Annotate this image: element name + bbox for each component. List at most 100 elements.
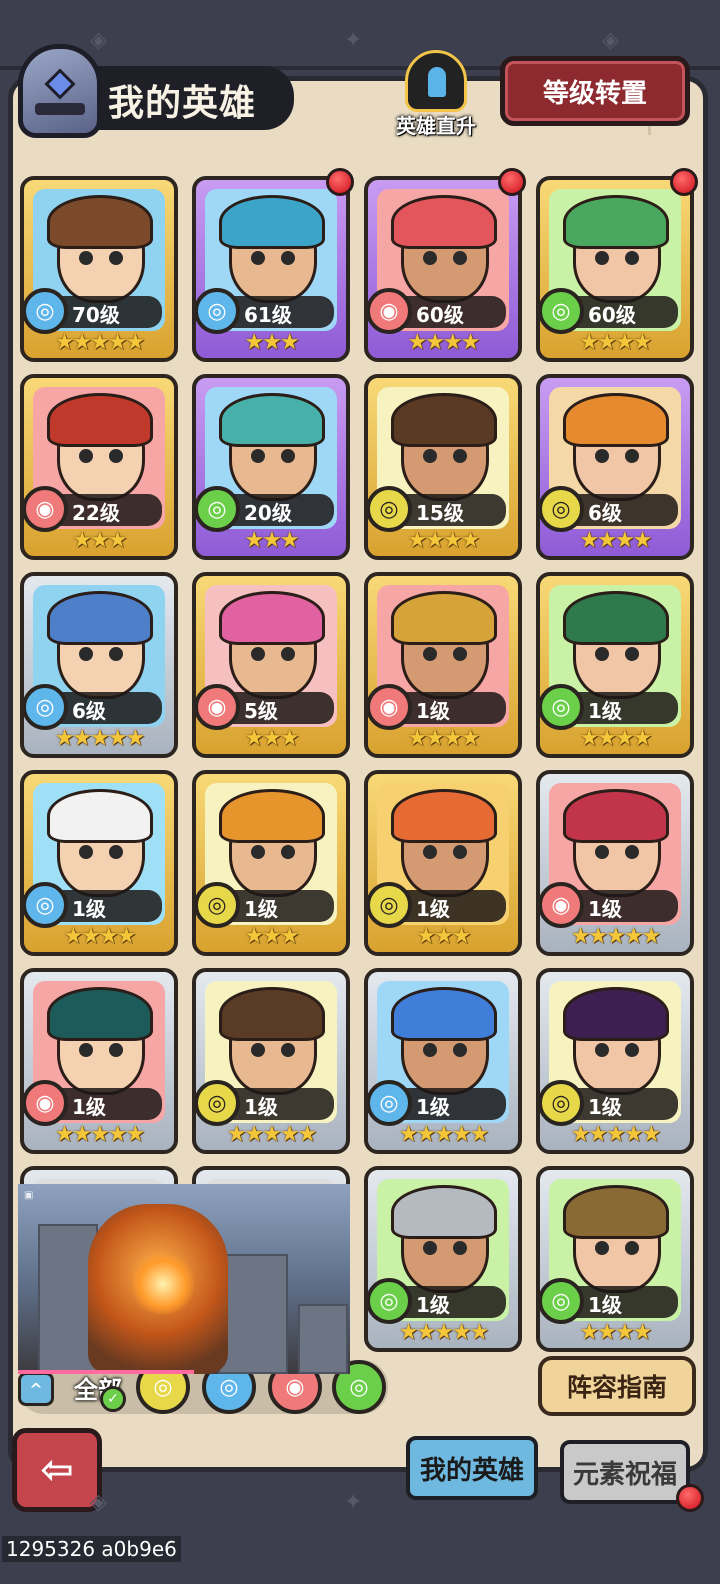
star-rating: ★★★★★ (54, 1122, 146, 1147)
star-rating: ★★★ (244, 924, 299, 949)
hero-eye (79, 251, 93, 265)
hero-eye (79, 845, 93, 859)
hero-eye (595, 1043, 609, 1057)
ornament-icon: ◈ (602, 28, 619, 53)
back-button[interactable]: ⇦ (12, 1428, 102, 1512)
water-swirl-icon: ◎ (196, 288, 240, 334)
check-icon: ✓ (100, 1386, 126, 1412)
hero-card[interactable]: ◎ 1级 ★★★ (192, 770, 350, 956)
tab-element-blessing[interactable]: 元素祝福 (560, 1440, 690, 1504)
hero-card[interactable]: ◎ 6级 ★★★★★ (20, 572, 178, 758)
hero-eye (625, 1043, 639, 1057)
hero-card[interactable]: ◎ 60级 ★★★★ (536, 176, 694, 362)
hero-hair (563, 987, 669, 1041)
hero-level: 6级 (588, 501, 622, 525)
star-rating: ★★★★★ (226, 1122, 318, 1147)
hero-card[interactable]: ◎ 6级 ★★★★ (536, 374, 694, 560)
hero-hair (219, 987, 325, 1041)
helmet-icon (18, 44, 102, 138)
hero-eye (423, 1241, 437, 1255)
hero-card[interactable]: ◎ 1级 ★★★★★ (364, 968, 522, 1154)
star-rating: ★★★★★ (54, 726, 146, 751)
hero-hair (563, 195, 669, 249)
fire-drop-icon: ◉ (24, 486, 68, 532)
notification-dot (670, 168, 698, 196)
hero-level: 1级 (416, 1095, 450, 1119)
hero-eye (453, 449, 467, 463)
star-rating: ★★★★ (579, 1320, 653, 1345)
hero-card[interactable]: ◉ 1级 ★★★★★ (536, 770, 694, 956)
fire-drop-icon: ◉ (540, 882, 584, 928)
star-rating: ★★★★★ (398, 1122, 490, 1147)
star-rating: ★★★★ (579, 726, 653, 751)
helmet-gem (44, 68, 76, 100)
hero-card[interactable]: ◎ 1级 ★★★★★ (364, 1166, 522, 1352)
hero-level: 1级 (588, 897, 622, 921)
hero-card[interactable]: ◎ 1级 ★★★★★ (192, 968, 350, 1154)
hero-card[interactable]: ◎ 1级 ★★★★ (536, 1166, 694, 1352)
earth-swirl-icon: ◎ (196, 882, 240, 928)
lineup-guide-button[interactable]: 阵容指南 (538, 1356, 696, 1416)
hero-card[interactable]: ◉ 1级 ★★★★ (364, 572, 522, 758)
ornament-icon: ◈ (90, 1490, 107, 1515)
water-swirl-icon: ◎ (368, 1080, 412, 1126)
fire-drop-icon: ◉ (368, 684, 412, 730)
hero-card[interactable]: ◎ 1级 ★★★★★ (536, 968, 694, 1154)
hero-card[interactable]: ◉ 5级 ★★★ (192, 572, 350, 758)
hero-hair (563, 393, 669, 447)
hero-hair (47, 195, 153, 249)
hero-card[interactable]: ◉ 22级 ★★★ (20, 374, 178, 560)
wind-swirl-icon: ◎ (540, 1278, 584, 1324)
hero-eye (595, 251, 609, 265)
hero-card[interactable]: ◎ 1级 ★★★★ (536, 572, 694, 758)
hero-eye (453, 1241, 467, 1255)
hero-hair (391, 393, 497, 447)
page-title: 我的英雄 (108, 83, 257, 124)
hero-hair (219, 393, 325, 447)
hero-card[interactable]: ◎ 1级 ★★★★ (20, 770, 178, 956)
star-rating: ★★★★ (579, 528, 653, 553)
hero-card[interactable]: ◉ 60级 ★★★★ (364, 176, 522, 362)
hero-eye (251, 845, 265, 859)
wind-swirl-icon: ◎ (540, 684, 584, 730)
promote-label: 英雄直升 (396, 114, 476, 138)
hero-card[interactable]: ◎ 20级 ★★★ (192, 374, 350, 560)
video-overlay[interactable]: ▣ (18, 1184, 350, 1374)
hero-card[interactable]: ◎ 61级 ★★★ (192, 176, 350, 362)
collapse-filter-button[interactable]: ^ (18, 1372, 54, 1406)
hero-hair (219, 591, 325, 645)
hero-eye (625, 845, 639, 859)
hero-promote-button[interactable]: 英雄直升 (392, 50, 480, 140)
hero-level: 1级 (416, 699, 450, 723)
hero-eye (423, 845, 437, 859)
hero-hair (563, 789, 669, 843)
hero-eye (251, 1043, 265, 1057)
level-transfer-button[interactable]: 等级转置 (500, 56, 690, 126)
hero-card[interactable]: ◎ 70级 ★★★★★ (20, 176, 178, 362)
building (218, 1254, 288, 1374)
hero-eye (453, 1043, 467, 1057)
hero-card[interactable]: ◉ 1级 ★★★★★ (20, 968, 178, 1154)
hero-hair (391, 195, 497, 249)
hero-eye (109, 647, 123, 661)
hero-eye (595, 1241, 609, 1255)
hero-card[interactable]: ◎ 1级 ★★★ (364, 770, 522, 956)
hero-card[interactable]: ◎ 15级 ★★★★ (364, 374, 522, 560)
star-rating: ★★★★ (407, 528, 481, 553)
star-ornament-icon: ✦ (344, 28, 363, 53)
hero-hair (219, 789, 325, 843)
fire-breath (128, 1254, 198, 1314)
hero-eye (423, 647, 437, 661)
hero-eye (453, 647, 467, 661)
hero-eye (595, 449, 609, 463)
hero-eye (595, 845, 609, 859)
hero-level: 1级 (588, 699, 622, 723)
hero-eye (453, 251, 467, 265)
tab-my-heroes[interactable]: 我的英雄 (406, 1436, 538, 1500)
wind-swirl-icon: ◎ (540, 288, 584, 334)
back-arrow-icon: ⇦ (40, 1447, 74, 1493)
hero-eye (423, 449, 437, 463)
hero-eye (281, 449, 295, 463)
hero-eye (281, 1043, 295, 1057)
earth-swirl-icon: ◎ (196, 1080, 240, 1126)
